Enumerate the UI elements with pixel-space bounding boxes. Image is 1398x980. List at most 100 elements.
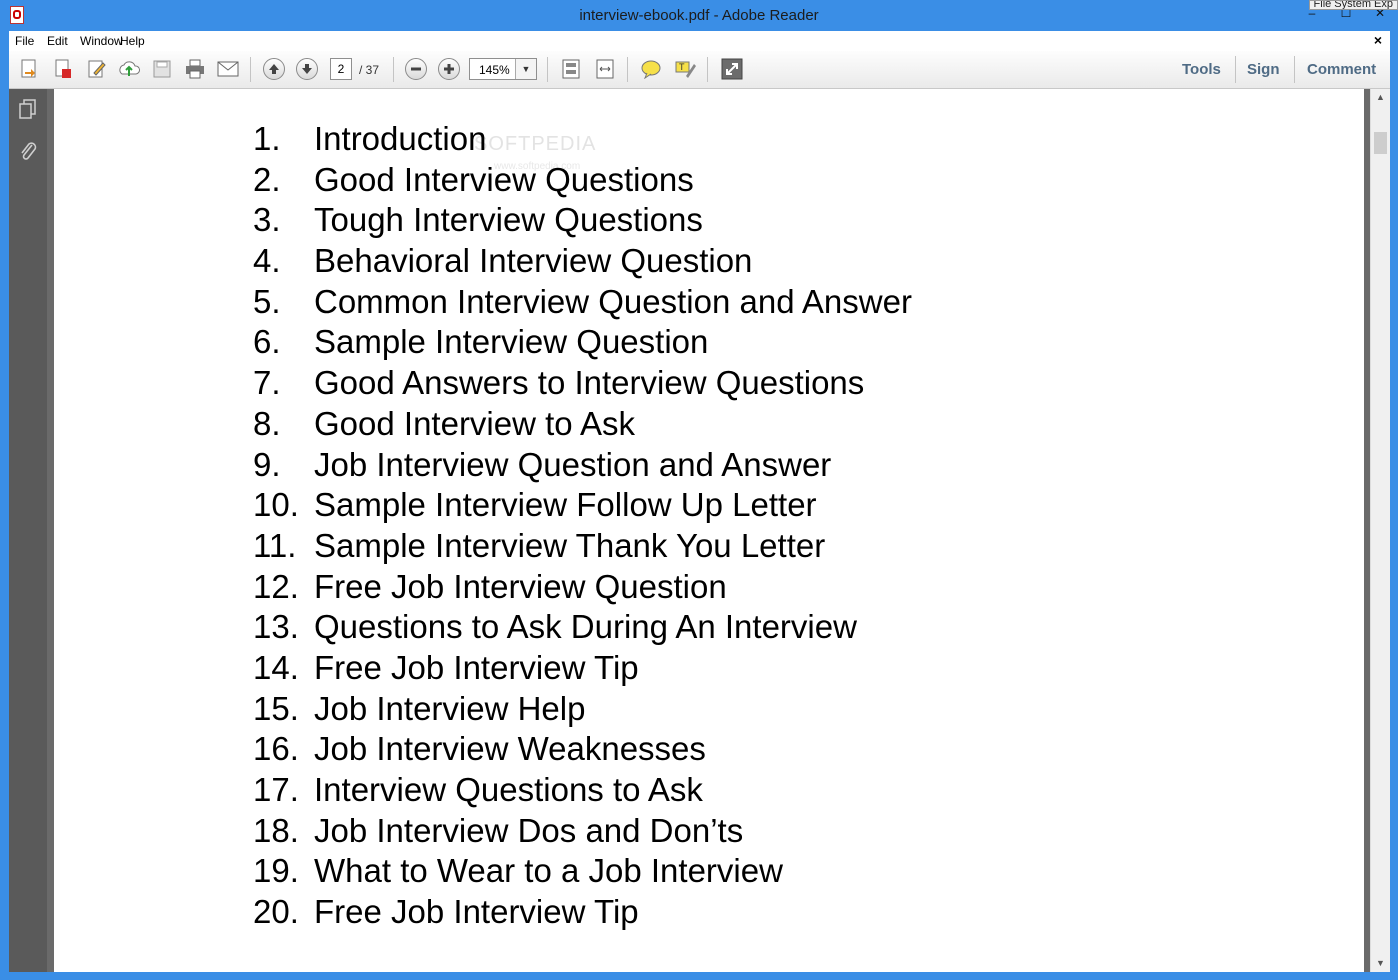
toc-item: 10. Sample Interview Follow Up Letter [253, 485, 912, 526]
toc-item-number: 12. [253, 567, 299, 605]
menu-edit[interactable]: Edit [47, 34, 68, 48]
open-file-icon[interactable] [18, 57, 42, 81]
close-document-icon[interactable]: × [1374, 32, 1382, 48]
toc-item-title: Tough Interview Questions [314, 201, 703, 239]
toc-item: 7. Good Answers to Interview Questions [253, 363, 912, 404]
toc-item-number: 7. [253, 364, 281, 402]
table-of-contents: 1. Introduction 2. Good Interview Questions… [253, 119, 912, 933]
toc-item-number: 1. [253, 120, 281, 157]
toc-item-title: Job Interview Dos and Don’ts [314, 811, 744, 849]
page-number-input[interactable]: 2 [330, 58, 352, 80]
upload-cloud-icon[interactable] [117, 57, 141, 81]
toc-item-title: Common Interview Question and Answer [314, 282, 912, 320]
toc-item-title: Free Job Interview Question [314, 567, 727, 605]
toc-item-number: 2. [253, 160, 281, 198]
toolbar-separator [627, 57, 628, 82]
toolbar: 2 / 37 145% ▼ T Tools Sign Comment [9, 51, 1390, 89]
toc-item: 9. Job Interview Question and Answer [253, 445, 912, 486]
toc-item-number: 16. [253, 730, 299, 768]
toc-item-title: Good Interview to Ask [314, 404, 635, 442]
full-screen-icon[interactable] [720, 57, 744, 81]
toc-item-title: Interview Questions to Ask [314, 771, 703, 808]
toc-item: 6. Sample Interview Question [253, 322, 912, 363]
zoom-out-button[interactable] [405, 58, 427, 80]
toc-item: 17. Interview Questions to Ask [253, 770, 912, 811]
toc-item-title: Questions to Ask During An Interview [314, 608, 857, 646]
toc-item: 15. Job Interview Help [253, 689, 912, 730]
sticky-note-icon[interactable] [639, 57, 663, 81]
attachments-icon[interactable] [17, 140, 39, 164]
toc-item: 2. Good Interview Questions [253, 160, 912, 201]
toolbar-separator [707, 57, 708, 82]
toc-item-number: 20. [253, 893, 299, 931]
pdf-page: SOFTPEDIA www.softpedia.com 1. Introducti… [54, 89, 1364, 972]
toolbar-separator [250, 57, 251, 82]
sign-button[interactable]: Sign [1247, 61, 1280, 78]
vertical-scrollbar[interactable]: ▲ ▼ [1370, 89, 1390, 972]
toc-item: 12. Free Job Interview Question [253, 567, 912, 608]
email-icon[interactable] [216, 57, 240, 81]
overlapping-window-label: File System Exp [1308, 0, 1398, 10]
highlight-text-icon[interactable]: T [673, 57, 697, 81]
print-icon[interactable] [183, 57, 207, 81]
toc-item: 1. Introduction [253, 119, 912, 160]
menu-window[interactable]: Help [120, 34, 145, 48]
scroll-up-icon[interactable]: ▲ [1371, 89, 1390, 106]
chevron-down-icon[interactable]: ▼ [515, 59, 536, 79]
toolbar-separator [393, 57, 394, 82]
toc-item-number: 9. [253, 445, 281, 483]
document-viewport[interactable]: SOFTPEDIA www.softpedia.com 1. Introducti… [47, 89, 1370, 972]
window-title: interview-ebook.pdf - Adobe Reader [579, 7, 819, 24]
toc-item-number: 10. [253, 486, 299, 524]
toc-item: 13. Questions to Ask During An Interview [253, 607, 912, 648]
toc-item-number: 18. [253, 811, 299, 849]
toc-item-number: 3. [253, 201, 281, 239]
toc-item: 16. Job Interview Weaknesses [253, 729, 912, 770]
toc-item: 4. Behavioral Interview Question [253, 241, 912, 282]
page-count: / 37 [359, 63, 380, 77]
toc-item: 11. Sample Interview Thank You Letter [253, 526, 912, 567]
toc-item-title: Good Interview Questions [314, 160, 694, 198]
next-page-button[interactable] [296, 58, 318, 80]
toc-item-number: 6. [253, 323, 281, 361]
toc-item-title: Introduction [314, 120, 487, 157]
fit-width-icon[interactable] [593, 57, 617, 81]
toolbar-separator [1235, 56, 1236, 83]
fit-page-icon[interactable] [559, 57, 583, 81]
toc-item: 8. Good Interview to Ask [253, 404, 912, 445]
zoom-value: 145% [479, 63, 510, 77]
toc-item-number: 11. [253, 526, 297, 564]
create-pdf-icon[interactable] [51, 57, 75, 81]
toolbar-separator [1294, 56, 1295, 83]
toc-item-number: 8. [253, 404, 281, 442]
zoom-select[interactable]: 145% ▼ [469, 58, 537, 80]
toc-item: 20. Free Job Interview Tip [253, 892, 912, 933]
toc-item-title: Good Answers to Interview Questions [314, 364, 865, 402]
navigation-pane [9, 89, 47, 972]
scroll-down-icon[interactable]: ▼ [1371, 955, 1390, 972]
toc-item-title: What to Wear to a Job Interview [314, 852, 783, 890]
toc-item: 3. Tough Interview Questions [253, 200, 912, 241]
toc-item: 14. Free Job Interview Tip [253, 648, 912, 689]
svg-text:T: T [679, 62, 685, 72]
toc-item-number: 19. [253, 852, 299, 890]
menu-view[interactable]: Window [80, 34, 123, 48]
menu-file[interactable]: File [15, 34, 34, 48]
toc-item-title: Free Job Interview Tip [314, 893, 639, 931]
edit-pdf-icon[interactable] [85, 57, 109, 81]
toc-item-title: Job Interview Weaknesses [314, 730, 706, 768]
toc-item-title: Behavioral Interview Question [314, 242, 753, 280]
comment-button[interactable]: Comment [1307, 61, 1376, 78]
toc-item-title: Free Job Interview Tip [314, 648, 639, 686]
scroll-thumb[interactable] [1374, 132, 1387, 154]
save-icon[interactable] [150, 57, 174, 81]
window-frame-bottom [0, 972, 1398, 980]
menu-bar: File Edit Window Help × [9, 31, 1390, 52]
toolbar-separator [547, 57, 548, 82]
previous-page-button[interactable] [263, 58, 285, 80]
tools-button[interactable]: Tools [1182, 61, 1221, 78]
page-thumbnails-icon[interactable] [17, 98, 39, 122]
toc-item-title: Sample Interview Thank You Letter [314, 526, 826, 564]
zoom-in-button[interactable] [438, 58, 460, 80]
toc-item-number: 13. [253, 608, 299, 646]
